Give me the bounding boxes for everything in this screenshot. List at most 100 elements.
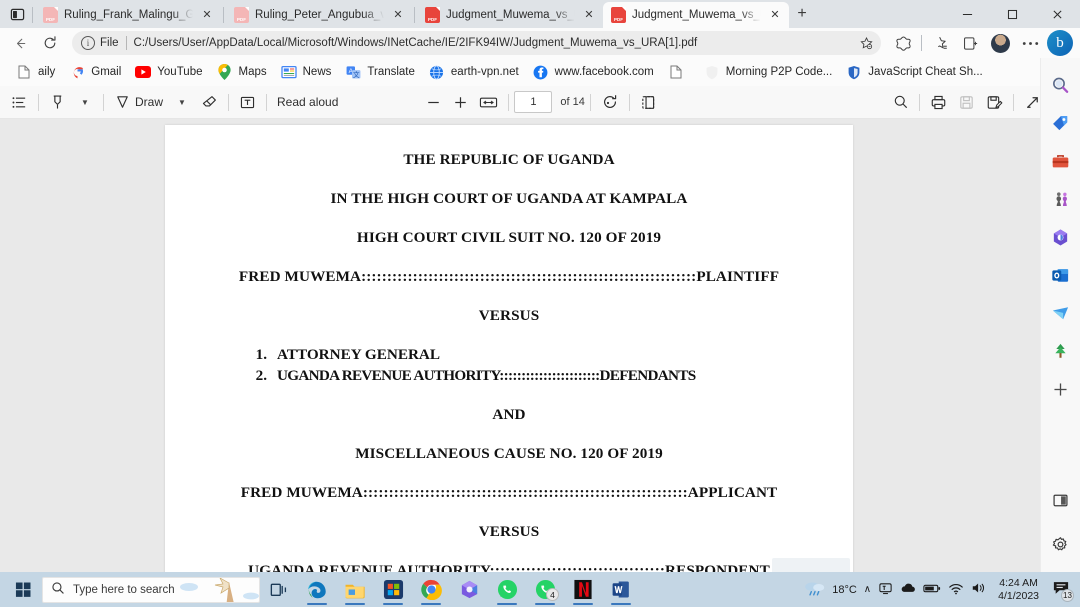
new-tab-button[interactable]: +	[789, 1, 815, 27]
highlight-dropdown-icon[interactable]: ▼	[72, 89, 98, 115]
bookmark-item-10[interactable]: JavaScript Cheat Sh...	[840, 61, 988, 83]
start-button[interactable]	[4, 573, 42, 606]
whatsapp-icon[interactable]	[488, 573, 526, 606]
bookmark-item-7[interactable]: www.facebook.com	[527, 61, 660, 83]
page-total-label: of 14	[560, 96, 585, 108]
outlook-icon	[1051, 266, 1070, 289]
bookmark-item-0[interactable]: aily	[10, 61, 61, 83]
fit-to-width-icon[interactable]	[474, 89, 503, 115]
close-icon[interactable]: ✕	[581, 7, 597, 23]
task-view-icon[interactable]	[260, 573, 298, 606]
bookmark-item-1[interactable]: Gmail	[63, 61, 127, 83]
tab-title: Judgment_Muwema_vs_URA[1].p	[632, 9, 761, 21]
file-explorer-icon[interactable]	[336, 573, 374, 606]
bookmark-item-9[interactable]: Morning P2P Code...	[698, 61, 839, 83]
table-of-contents-icon[interactable]	[6, 89, 33, 115]
sidebar-item-drop[interactable]	[1046, 300, 1076, 330]
zoom-in-button[interactable]	[447, 89, 473, 115]
close-icon[interactable]: ✕	[199, 7, 215, 23]
collections-icon[interactable]	[956, 30, 984, 56]
rotate-icon[interactable]	[596, 89, 624, 115]
sidebar-item-settings[interactable]	[1046, 531, 1076, 561]
tab-actions-icon[interactable]	[4, 1, 30, 27]
edge-icon[interactable]	[298, 573, 336, 606]
sidebar-item-tools[interactable]	[1046, 148, 1076, 178]
close-button[interactable]	[1035, 0, 1080, 28]
tab-title: Ruling_Peter_Angubua_v_Housin	[255, 9, 384, 21]
browser-essentials-icon[interactable]	[889, 30, 917, 56]
bookmark-label: News	[302, 66, 332, 78]
clock[interactable]: 4:24 AM 4/1/2023	[994, 577, 1043, 603]
maximize-button[interactable]	[990, 0, 1035, 28]
hidden-icons-flyout	[772, 558, 850, 572]
browser-tab-4-active[interactable]: Judgment_Muwema_vs_URA[1].p ✕	[603, 2, 789, 28]
bookmark-item-3[interactable]: Maps	[211, 61, 273, 83]
onedrive-icon[interactable]	[878, 581, 893, 599]
info-icon[interactable]: i	[81, 36, 95, 50]
read-aloud-button[interactable]: Read aloud	[272, 89, 343, 115]
microsoft-store-icon[interactable]	[374, 573, 412, 606]
browser-tab-2[interactable]: Ruling_Peter_Angubua_v_Housin ✕	[226, 2, 412, 28]
weather-icon	[803, 579, 827, 600]
sidebar-item-search[interactable]	[1046, 72, 1076, 102]
highlight-icon[interactable]	[44, 89, 71, 115]
cloud-icon[interactable]	[900, 582, 916, 597]
bookmark-item-5[interactable]: A文 Translate	[339, 61, 421, 83]
copilot-icon[interactable]	[450, 573, 488, 606]
divider	[921, 35, 922, 51]
bookmark-item-4[interactable]: News	[275, 61, 338, 83]
add-text-icon[interactable]	[234, 89, 261, 115]
reload-icon[interactable]	[36, 30, 64, 56]
browser-tab-3[interactable]: Judgment_Muwema_vs_URA[1].p ✕	[417, 2, 603, 28]
close-icon[interactable]: ✕	[767, 7, 783, 23]
pdf-icon	[234, 7, 249, 23]
draw-dropdown-icon[interactable]: ▼	[169, 89, 195, 115]
notification-center-button[interactable]: 13	[1050, 578, 1074, 602]
wifi-icon[interactable]	[948, 582, 964, 598]
favorites-icon[interactable]	[926, 30, 954, 56]
battery-icon[interactable]	[923, 583, 941, 597]
sidebar-item-split-screen[interactable]	[1046, 487, 1076, 517]
sidebar-item-shopping[interactable]	[1046, 110, 1076, 140]
show-hidden-icons-chevron[interactable]: ∧	[864, 584, 871, 595]
browser-tab-1[interactable]: Ruling_Frank_Malingu_Gashumb ✕	[35, 2, 221, 28]
sidebar-item-tree[interactable]	[1046, 338, 1076, 368]
erase-icon[interactable]	[196, 89, 223, 115]
bookmark-item-8[interactable]	[662, 61, 696, 83]
pdf-viewer[interactable]: THE REPUBLIC OF UGANDA IN THE HIGH COURT…	[0, 119, 1080, 575]
bookmark-item-2[interactable]: YouTube	[129, 61, 208, 83]
favorite-star-icon[interactable]	[855, 32, 877, 54]
tab-title: Ruling_Frank_Malingu_Gashumb	[64, 9, 193, 21]
chrome-icon[interactable]	[412, 573, 450, 606]
close-icon[interactable]: ✕	[390, 7, 406, 23]
browser-window: Ruling_Frank_Malingu_Gashumb ✕ Ruling_Pe…	[0, 0, 1080, 607]
netflix-icon[interactable]	[564, 573, 602, 606]
notification-count-badge: 13	[1061, 588, 1074, 602]
back-icon[interactable]	[6, 30, 34, 56]
word-icon[interactable]	[602, 573, 640, 606]
sidebar-item-add[interactable]	[1046, 376, 1076, 406]
sidebar-bottom-group	[1041, 487, 1080, 567]
more-options-icon[interactable]	[1016, 30, 1044, 56]
sidebar-item-outlook[interactable]	[1046, 262, 1076, 292]
copilot-icon[interactable]: b	[1046, 30, 1074, 56]
minimize-button[interactable]	[945, 0, 990, 28]
print-icon[interactable]	[925, 89, 952, 115]
sidebar-item-designer[interactable]	[1046, 224, 1076, 254]
bookmark-item-6[interactable]: earth-vpn.net	[423, 61, 525, 83]
zoom-out-button[interactable]	[420, 89, 446, 115]
save-as-icon[interactable]	[981, 89, 1008, 115]
search-icon[interactable]	[888, 89, 914, 115]
volume-icon[interactable]	[971, 581, 987, 598]
address-bar[interactable]: i File C:/Users/User/AppData/Local/Micro…	[72, 31, 881, 55]
whatsapp-business-icon[interactable]: 4	[526, 573, 564, 606]
search-input[interactable]: Type here to search	[42, 576, 260, 603]
page-layout-icon[interactable]	[635, 89, 662, 115]
page-number-input[interactable]: 1	[514, 91, 553, 113]
avatar[interactable]	[986, 30, 1014, 56]
tree-icon	[1051, 342, 1070, 365]
draw-button[interactable]: Draw	[109, 89, 168, 115]
weather-widget[interactable]: 18°C	[803, 579, 857, 600]
sidebar-item-games[interactable]	[1046, 186, 1076, 216]
bookmark-label: JavaScript Cheat Sh...	[868, 66, 983, 78]
